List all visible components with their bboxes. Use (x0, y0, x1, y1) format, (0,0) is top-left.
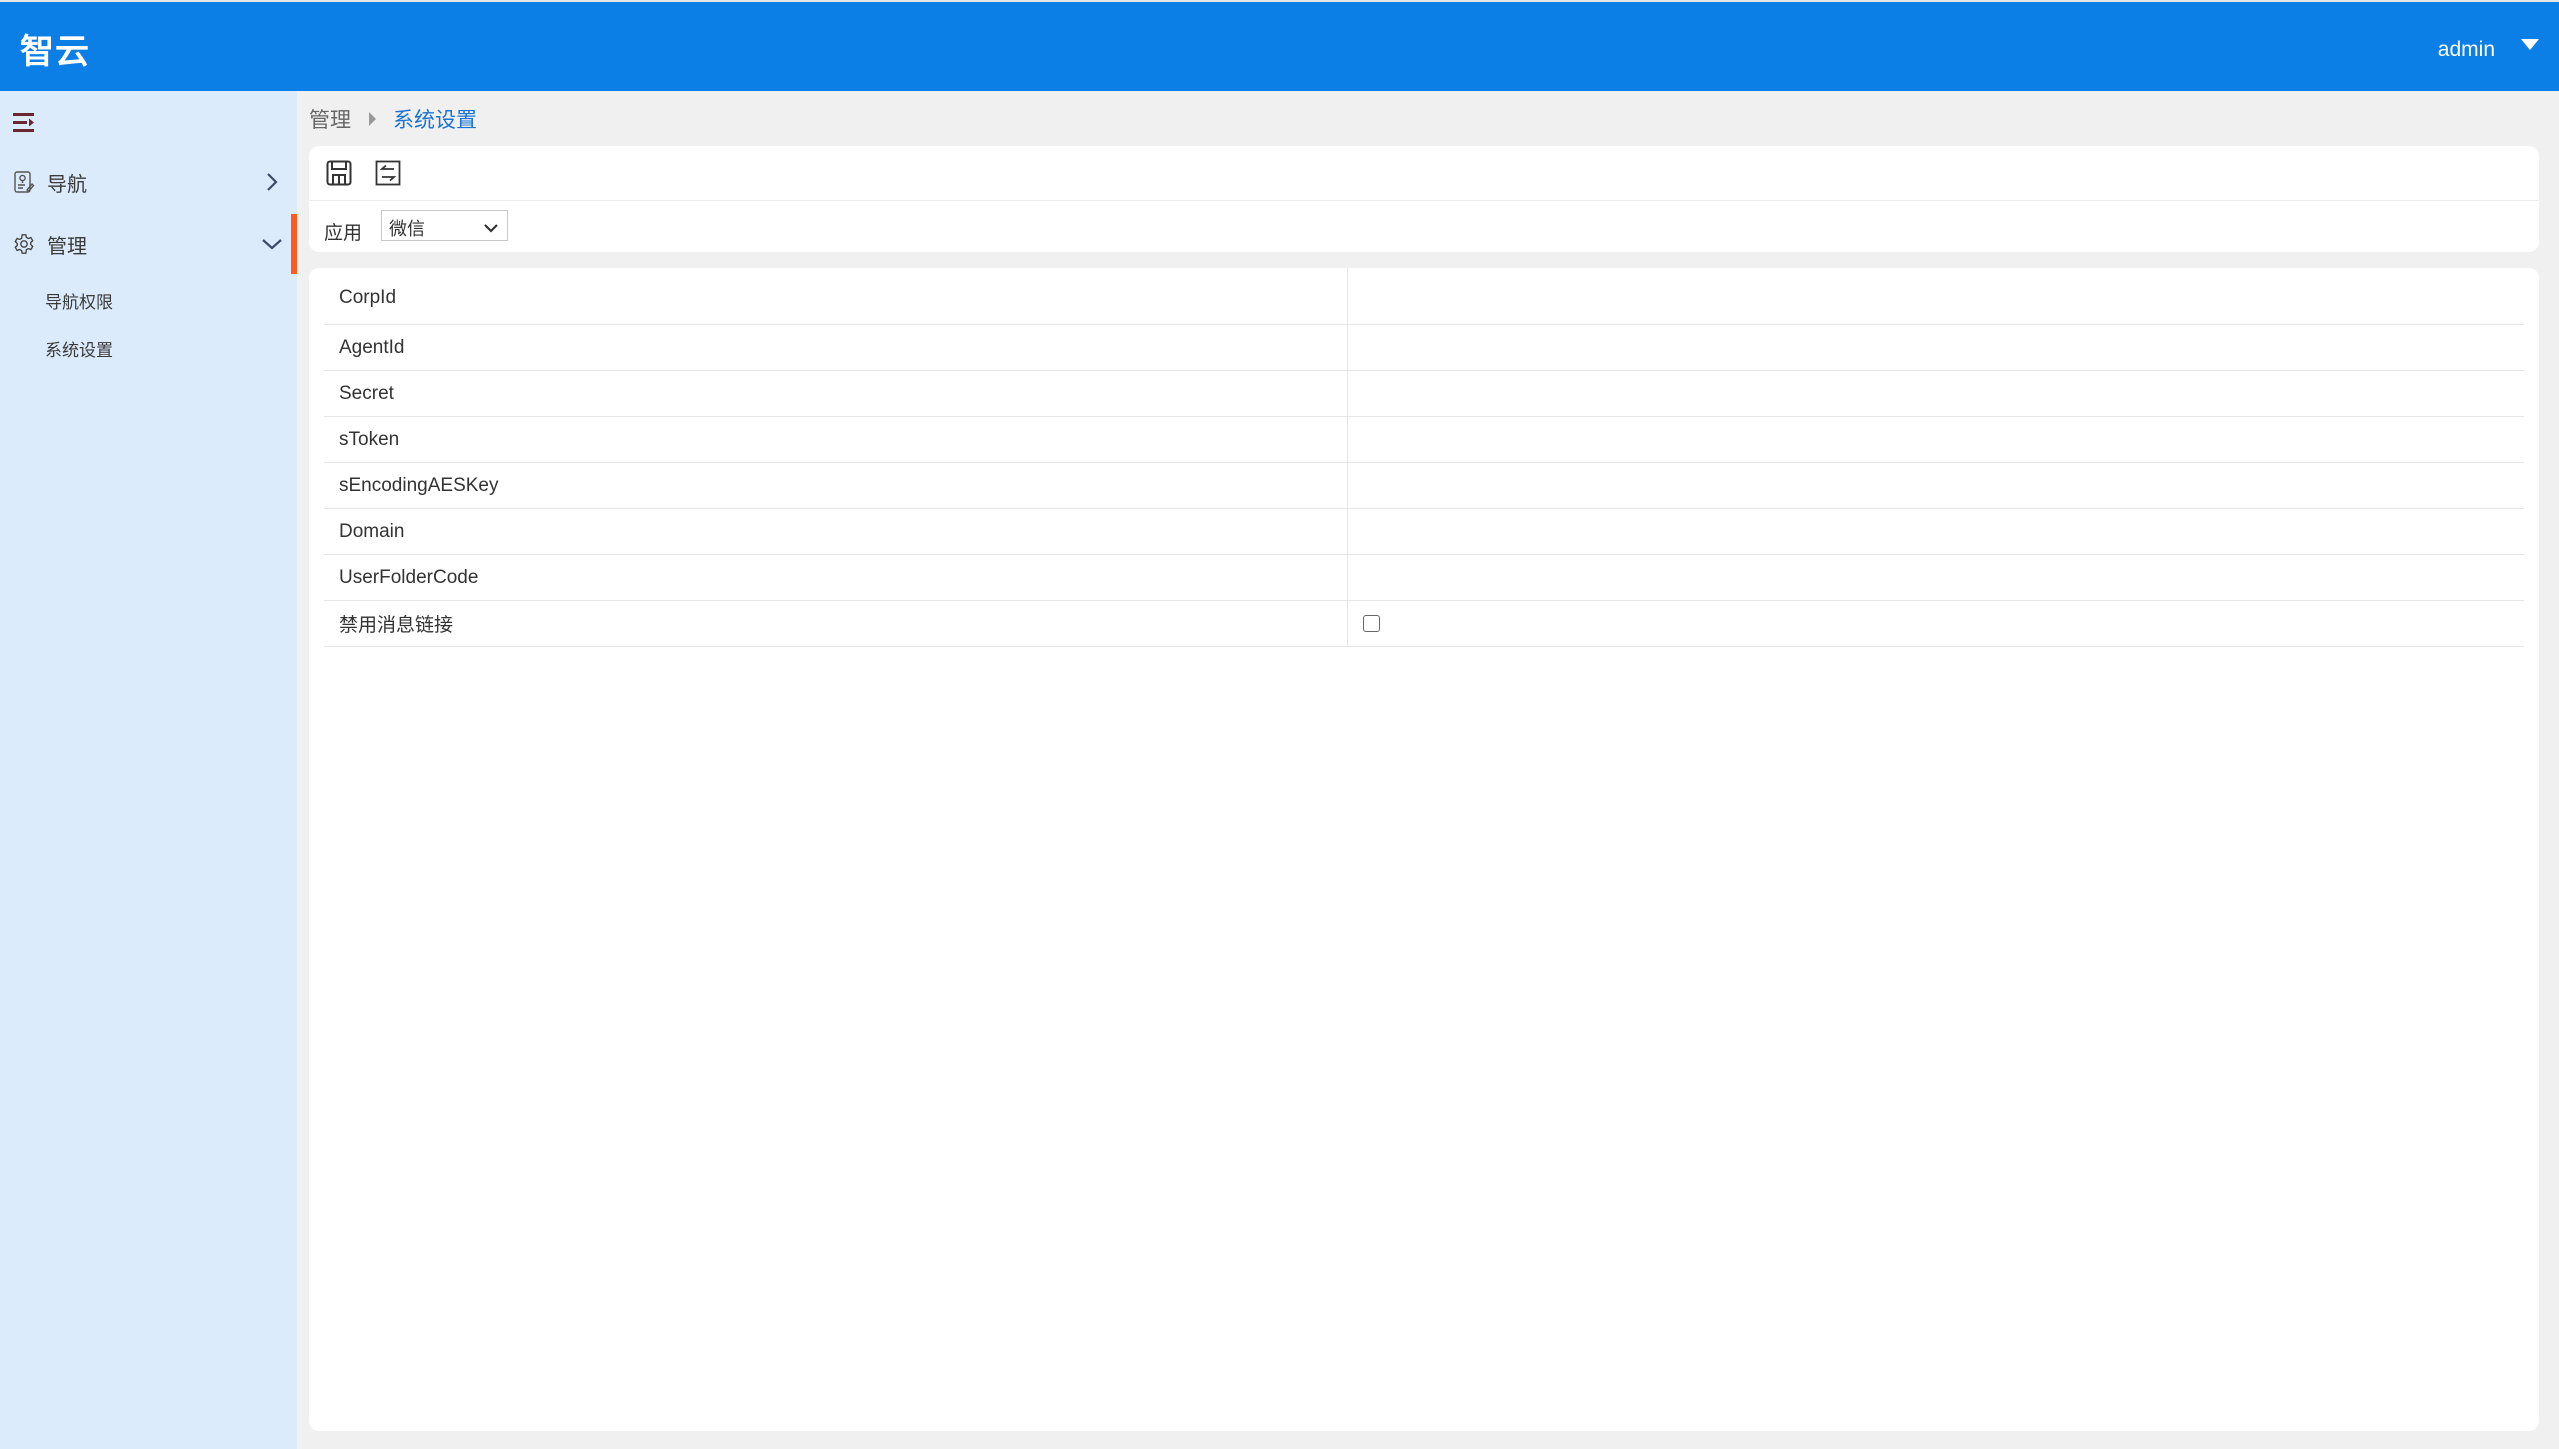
disable-message-link-cell (1346, 600, 2524, 647)
table-row: Secret (324, 370, 2524, 417)
secret-field[interactable] (1346, 370, 2524, 417)
field-label: Domain (324, 508, 1347, 555)
app-select-value: 微信 (389, 219, 425, 239)
settings-table: CorpId AgentId Secret sToken sEncodingAE… (324, 268, 2524, 647)
map-document-icon (13, 171, 35, 193)
breadcrumb-current: 系统设置 (393, 109, 477, 132)
header-bar: 智云 admin (0, 2, 2559, 91)
field-label: Secret (324, 370, 1347, 417)
breadcrumb-parent[interactable]: 管理 (309, 104, 351, 134)
chevron-down-icon (262, 234, 282, 254)
user-name: admin (2437, 37, 2495, 61)
settings-form-card: CorpId AgentId Secret sToken sEncodingAE… (309, 268, 2539, 1431)
table-row: UserFolderCode (324, 554, 2524, 601)
table-row: Domain (324, 508, 2524, 555)
caret-down-icon (2521, 39, 2539, 50)
sidebar-item-label: 管理 (47, 235, 87, 258)
sidebar-subitem-system-settings[interactable]: 系统设置 (45, 336, 113, 361)
field-label: 禁用消息链接 (324, 600, 1347, 647)
user-menu[interactable]: admin (2438, 2, 2559, 91)
corpid-field[interactable] (1346, 268, 2524, 325)
gear-icon (13, 233, 35, 255)
chevron-right-icon (262, 172, 282, 192)
sidebar-item-management[interactable]: 管理 (0, 219, 297, 269)
save-button[interactable] (326, 160, 352, 186)
field-label: sEncodingAESKey (324, 462, 1347, 509)
table-row: AgentId (324, 324, 2524, 371)
chevron-down-icon (484, 220, 498, 233)
domain-field[interactable] (1346, 508, 2524, 555)
breadcrumb: 管理 系统设置 (309, 104, 477, 134)
sidebar-item-navigation[interactable]: 导航 (0, 157, 297, 207)
stoken-field[interactable] (1346, 416, 2524, 463)
sidebar-subitem-nav-permissions[interactable]: 导航权限 (45, 288, 113, 313)
brand-title: 智云 (20, 32, 90, 72)
breadcrumb-separator-icon (369, 112, 376, 126)
app-select[interactable]: 微信 (381, 210, 508, 241)
app-filter-label: 应用 (324, 223, 363, 244)
agentid-field[interactable] (1346, 324, 2524, 371)
menu-collapse-icon[interactable] (13, 112, 35, 132)
table-row: sEncodingAESKey (324, 462, 2524, 509)
table-row: CorpId (324, 268, 2524, 325)
field-label: UserFolderCode (324, 554, 1347, 601)
filter-row: 应用 微信 (309, 201, 2539, 252)
sidebar: 导航 管理 导航权限 系统设置 (0, 91, 297, 1449)
sidebar-item-label: 导航 (47, 173, 87, 196)
field-label: CorpId (324, 268, 1347, 325)
active-indicator (291, 214, 297, 274)
toolbar (309, 146, 2539, 201)
userfoldercode-field[interactable] (1346, 554, 2524, 601)
disable-message-link-checkbox[interactable] (1362, 614, 1380, 632)
table-row: sToken (324, 416, 2524, 463)
toolbar-card: 应用 微信 (309, 146, 2539, 252)
field-label: AgentId (324, 324, 1347, 371)
field-label: sToken (324, 416, 1347, 463)
table-row: 禁用消息链接 (324, 600, 2524, 647)
sencodingaeskey-field[interactable] (1346, 462, 2524, 509)
switch-button[interactable] (375, 160, 401, 186)
